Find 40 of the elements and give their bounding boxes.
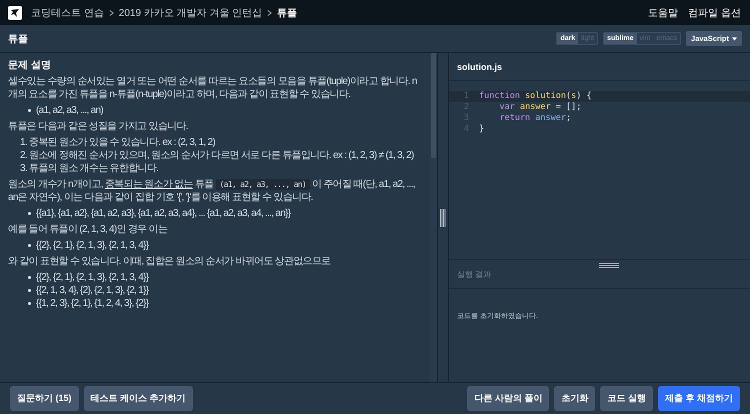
breadcrumb-link[interactable]: 코딩테스트 연습: [31, 6, 104, 20]
result-title: 실행 결과: [457, 268, 492, 280]
scrollbar-thumb[interactable]: [431, 53, 436, 158]
resize-handle-icon[interactable]: [440, 208, 446, 226]
action-button[interactable]: 코드 실행: [600, 386, 653, 411]
action-button[interactable]: 제출 후 채점하기: [658, 386, 740, 411]
resize-handle-icon[interactable]: [599, 263, 619, 268]
description-paragraph: 와 같이 표현할 수 있습니다. 이때, 집합은 원소의 순서가 바뀌어도 상관없으므로: [8, 255, 332, 268]
description-paragraph: 튜플은 다음과 같은 성질을 가지고 있습니다.: [8, 120, 189, 133]
description-paragraph: 셀수있는 수량의 순서있는 열거 또는 어떤 순서를 따르는 요소들의 모음을 튜플(tuple)이라고 합니다. n개의 요소를 가진 튜플을 n-튜플(n-tuple)이라고 하며, 다음과 같이 표현할 수 있습니다.: [8, 75, 418, 101]
action-button[interactable]: 다른 사람의 풀이: [467, 386, 550, 411]
code-line: return answer;: [498, 113, 572, 124]
code-line: function solution(s) {: [479, 91, 592, 102]
breadcrumb-link[interactable]: 튜플: [277, 6, 298, 20]
bullet-item: {{1, 2, 3}, {2, 1}, {1, 2, 4, 3}, {2}}: [28, 297, 422, 310]
description-paragraph: 예를 들어 튜플이 (2, 1, 3, 4)인 경우 이는: [8, 223, 168, 236]
action-button[interactable]: 테스트 케이스 추가하기: [84, 386, 193, 411]
action-button[interactable]: 초기화: [554, 386, 596, 411]
action-button[interactable]: 질문하기 (15): [10, 386, 79, 411]
logo-icon[interactable]: [8, 6, 22, 20]
code-line: var answer = [];: [498, 102, 582, 113]
bullet-item: {{a1}, {a1, a2}, {a1, a2, a3}, {a1, a2, a3, a4}, ... {a1, a2, a3, a4, ..., an}}: [28, 207, 422, 220]
bullet-item: {{2}, {2, 1}, {2, 1, 3}, {2, 1, 3, 4}}: [28, 239, 422, 252]
numbered-item: 1. 중복된 원소가 있을 수 있습니다. ex : (2, 3, 1, 2): [20, 136, 216, 149]
section-heading: 문제 설명: [8, 59, 52, 72]
nav-link[interactable]: 컴파일 옵션: [688, 6, 741, 20]
breadcrumb-link[interactable]: 2019 카카오 개발자 겨울 인턴십: [118, 6, 262, 20]
description-paragraph: 원소의 개수가 n개이고, 중복되는 원소가 없는 튜플 (a1, a2, a3, ..., an) 이 주어질 때(단, a1, a2, ..., an은 자연수), 이는 다음과 같이 집합 기호 '{', '}'를 이용해 표현할 수 있습니다.: [8, 178, 416, 204]
file-name: solution.js: [457, 62, 502, 72]
chevron-icon: [267, 8, 272, 16]
numbered-item: 3. 튜플의 원소 개수는 유한합니다.: [20, 162, 160, 175]
numbered-item: 2. 원소에 정해진 순서가 있으며, 원소의 순서가 다르면 서로 다른 튜플입니다. ex : (1, 2, 3) ≠ (1, 3, 2): [20, 149, 415, 162]
nav-link[interactable]: 도움말: [648, 6, 678, 20]
bullet-item: {{2, 1, 3, 4}, {2}, {2, 1, 3}, {2, 1}}: [28, 284, 422, 297]
problem-title: 튜플: [8, 32, 28, 46]
chevron-icon: [108, 8, 114, 16]
code-line: }: [479, 124, 484, 135]
caret-icon: [732, 36, 737, 40]
bullet-item: {{2}, {2, 1}, {2, 1, 3}, {2, 1, 3, 4}}: [28, 271, 422, 284]
bullet-item: (a1, a2, a3, ..., an): [28, 104, 422, 117]
